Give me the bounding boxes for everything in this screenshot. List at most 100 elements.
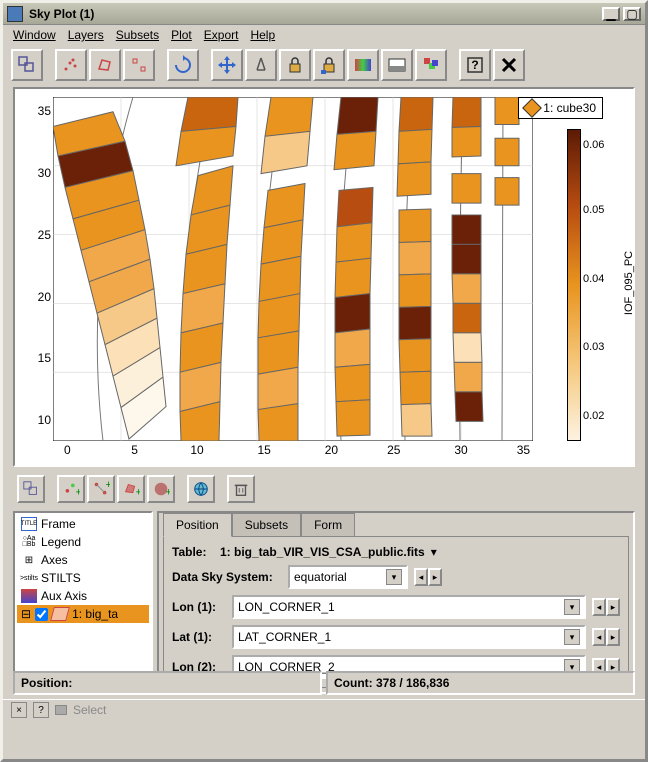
help-icon[interactable]: ? — [459, 49, 491, 81]
minimize-button[interactable]: ▁ — [602, 7, 620, 21]
aux-icon — [21, 589, 37, 603]
add-poly-icon[interactable]: + — [117, 475, 145, 503]
plot-canvas[interactable] — [53, 97, 533, 441]
maximize-button[interactable]: ▢ — [623, 7, 641, 21]
chevron-down-icon[interactable]: ▾ — [386, 569, 402, 585]
menu-help[interactable]: Help — [250, 28, 275, 42]
select-label: Select — [73, 703, 106, 717]
legend-icon: ○Aa□Bb — [21, 535, 37, 549]
legend: 1: cube30 — [518, 97, 603, 119]
add-pair-icon[interactable]: + — [87, 475, 115, 503]
expand-icon[interactable]: ⊟ — [21, 607, 31, 621]
status-position: Position: — [13, 671, 322, 695]
frame-config-icon[interactable] — [17, 475, 45, 503]
cb-tick: 0.03 — [583, 341, 604, 353]
y-tick: 15 — [38, 351, 51, 365]
y-tick: 25 — [38, 228, 51, 242]
tree-item-frame[interactable]: TITLEFrame — [17, 515, 149, 533]
menubar: Window Layers Subsets Plot Export Help — [3, 25, 645, 45]
layer-swatch-icon — [50, 607, 70, 621]
add-density-icon[interactable]: + — [147, 475, 175, 503]
sky-spinner[interactable]: ◂▸ — [414, 568, 442, 586]
x-tick: 30 — [454, 443, 467, 457]
lon1-select[interactable]: LON_CORNER_1▾ — [232, 595, 586, 619]
colorbar — [567, 129, 581, 441]
lon1-label: Lon (1): — [172, 600, 226, 614]
main-toolbar: ? — [3, 45, 645, 85]
tree-item-layer[interactable]: ⊟ 1: big_ta — [17, 605, 149, 623]
close-icon[interactable] — [493, 49, 525, 81]
close-x-icon[interactable]: × — [11, 702, 27, 718]
menu-subsets[interactable]: Subsets — [116, 28, 159, 42]
x-tick: 35 — [517, 443, 530, 457]
add-scatter-icon[interactable]: + — [57, 475, 85, 503]
layers-icon[interactable] — [415, 49, 447, 81]
y-tick: 10 — [38, 413, 51, 427]
x-tick: 25 — [387, 443, 400, 457]
lat1-select[interactable]: LAT_CORNER_1▾ — [232, 625, 586, 649]
reload-icon[interactable] — [167, 49, 199, 81]
titlebar: Sky Plot (1) ▁ ▢ — [3, 3, 645, 25]
tree-item-legend[interactable]: ○Aa□BbLegend — [17, 533, 149, 551]
app-icon — [7, 6, 23, 22]
scatter-red-icon[interactable] — [55, 49, 87, 81]
table-value[interactable]: 1: big_tab_VIR_VIS_CSA_public.fits — [220, 545, 425, 559]
legend-label: 1: cube30 — [543, 101, 596, 115]
frame-icon[interactable] — [11, 49, 43, 81]
help-q-icon[interactable]: ? — [33, 702, 49, 718]
lock-y-icon[interactable] — [313, 49, 345, 81]
move-icon[interactable] — [211, 49, 243, 81]
menu-window[interactable]: Window — [13, 28, 56, 42]
svg-text:?: ? — [471, 58, 478, 72]
rainbow-icon[interactable] — [347, 49, 379, 81]
stilts-icon: >stilts — [21, 571, 37, 585]
tree-item-aux[interactable]: Aux Axis — [17, 587, 149, 605]
x-tick: 5 — [131, 443, 138, 457]
bottombar: × ? Select — [3, 699, 645, 720]
rect-icon — [55, 705, 67, 715]
tab-subsets[interactable]: Subsets — [232, 513, 301, 537]
layer-visible-checkbox[interactable] — [35, 608, 48, 621]
x-axis: 0 5 10 15 20 25 30 35 — [53, 443, 533, 461]
dropdown-arrow-icon[interactable]: ▾ — [431, 545, 437, 559]
x-tick: 10 — [190, 443, 203, 457]
lock-x-icon[interactable] — [279, 49, 311, 81]
lat1-label: Lat (1): — [172, 630, 226, 644]
tab-position[interactable]: Position — [163, 513, 232, 537]
tree-item-stilts[interactable]: >stiltsSTILTS — [17, 569, 149, 587]
colorbar-labels: 0.02 0.03 0.04 0.05 0.06 — [583, 129, 613, 441]
cb-tick: 0.05 — [583, 204, 604, 216]
delete-icon[interactable] — [227, 475, 255, 503]
lat1-spinner[interactable]: ◂▸ — [592, 628, 620, 646]
x-tick: 15 — [258, 443, 271, 457]
sky-system-select[interactable]: equatorial ▾ — [288, 565, 408, 589]
tab-form[interactable]: Form — [301, 513, 355, 537]
chevron-down-icon[interactable]: ▾ — [564, 599, 580, 615]
marker-icon[interactable] — [123, 49, 155, 81]
cb-tick: 0.04 — [583, 273, 604, 285]
tab-content: Table: 1: big_tab_VIR_VIS_CSA_public.fit… — [163, 536, 629, 688]
config-panel: Position Subsets Form Table: 1: big_tab_… — [157, 511, 635, 694]
tree-item-axes[interactable]: ⊞Axes — [17, 551, 149, 569]
colorbar-title: IOF_095_PC — [623, 251, 635, 315]
svg-text:+: + — [76, 486, 81, 498]
lon1-spinner[interactable]: ◂▸ — [592, 598, 620, 616]
svg-text:+: + — [106, 480, 111, 491]
svg-text:+: + — [136, 486, 141, 498]
measure-icon[interactable] — [245, 49, 277, 81]
plot-area[interactable]: 35 30 25 20 15 10 — [13, 87, 635, 467]
chevron-down-icon[interactable]: ▾ — [564, 629, 580, 645]
layer-toolbar: + + + + — [13, 471, 635, 507]
y-tick: 30 — [38, 166, 51, 180]
polygon-icon[interactable] — [89, 49, 121, 81]
y-tick: 35 — [38, 104, 51, 118]
legend-swatch-icon — [522, 98, 542, 118]
menu-export[interactable]: Export — [204, 28, 239, 42]
image-icon[interactable] — [381, 49, 413, 81]
y-tick: 20 — [38, 290, 51, 304]
y-axis: 35 30 25 20 15 10 — [23, 97, 51, 441]
menu-plot[interactable]: Plot — [171, 28, 192, 42]
globe-icon[interactable] — [187, 475, 215, 503]
menu-layers[interactable]: Layers — [68, 28, 104, 42]
svg-text:+: + — [166, 486, 171, 498]
